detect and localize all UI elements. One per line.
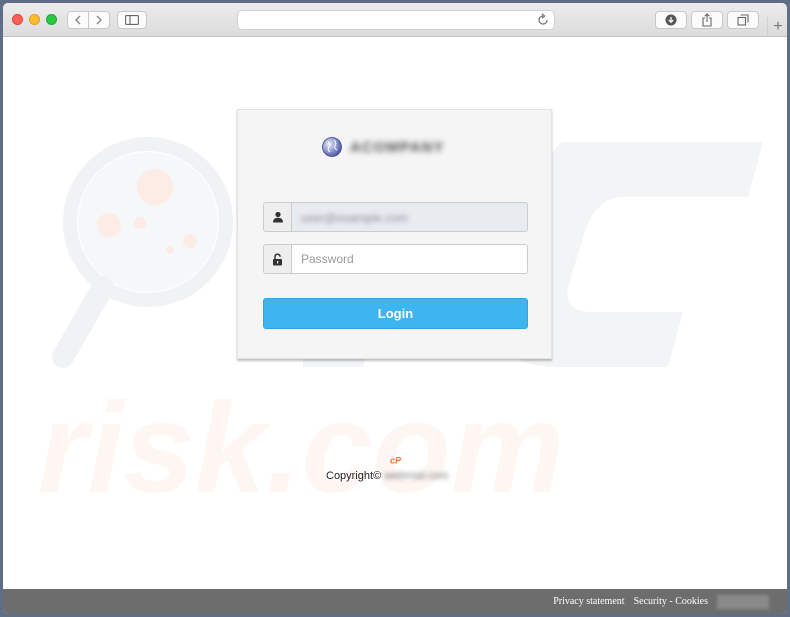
copyright-line: Copyright© webmail.com: [326, 470, 448, 482]
copyright-owner: webmail.com: [384, 470, 449, 482]
back-arrow-icon: [75, 15, 81, 25]
password-field: [263, 244, 528, 274]
login-button[interactable]: Login: [263, 298, 528, 329]
forward-button[interactable]: [88, 11, 110, 29]
bottom-bar: Privacy statement Security - Cookies: [3, 589, 787, 614]
address-bar[interactable]: [237, 10, 555, 30]
reload-icon[interactable]: [537, 13, 549, 27]
web-page: risk.com ACOMPANY user@example.com Login…: [3, 37, 787, 589]
browser-toolbar: +: [3, 3, 787, 37]
sidebar-icon: [125, 15, 139, 25]
tabs-icon: [737, 14, 749, 26]
privacy-statement-link[interactable]: Privacy statement: [553, 596, 624, 607]
download-icon: [665, 14, 677, 26]
security-cookies-link[interactable]: Security - Cookies: [634, 596, 708, 607]
new-tab-button[interactable]: +: [767, 17, 787, 36]
tab-overview-button[interactable]: [727, 11, 759, 29]
cpanel-logo: cP: [390, 456, 402, 466]
username-input[interactable]: [291, 202, 528, 232]
close-window-button[interactable]: [12, 14, 23, 25]
language-selector[interactable]: [717, 594, 769, 609]
back-button[interactable]: [67, 11, 89, 29]
user-icon: [272, 211, 283, 223]
login-card: ACOMPANY user@example.com Login: [237, 109, 552, 359]
watermark-text-shape: risk.com: [38, 377, 565, 520]
copyright-label: Copyright©: [326, 470, 382, 482]
svg-text:risk.com: risk.com: [38, 377, 565, 520]
share-icon: [702, 13, 712, 27]
sidebar-toggle-button[interactable]: [117, 11, 147, 29]
downloads-button[interactable]: [655, 11, 687, 29]
plus-icon: +: [773, 17, 783, 35]
password-input[interactable]: [291, 244, 528, 274]
brand-header: ACOMPANY: [322, 137, 444, 157]
lock-icon: [273, 253, 282, 265]
forward-arrow-icon: [96, 15, 102, 25]
brand-name: ACOMPANY: [350, 138, 445, 156]
username-addon: [263, 202, 292, 232]
svg-text:cP: cP: [390, 456, 402, 466]
zoom-window-button[interactable]: [46, 14, 57, 25]
username-field: user@example.com: [263, 202, 528, 232]
globe-icon: [322, 137, 342, 157]
browser-window: + risk.com ACOMPANY user@example.com Log…: [3, 3, 787, 614]
minimize-window-button[interactable]: [29, 14, 40, 25]
share-button[interactable]: [691, 11, 723, 29]
password-addon: [263, 244, 292, 274]
